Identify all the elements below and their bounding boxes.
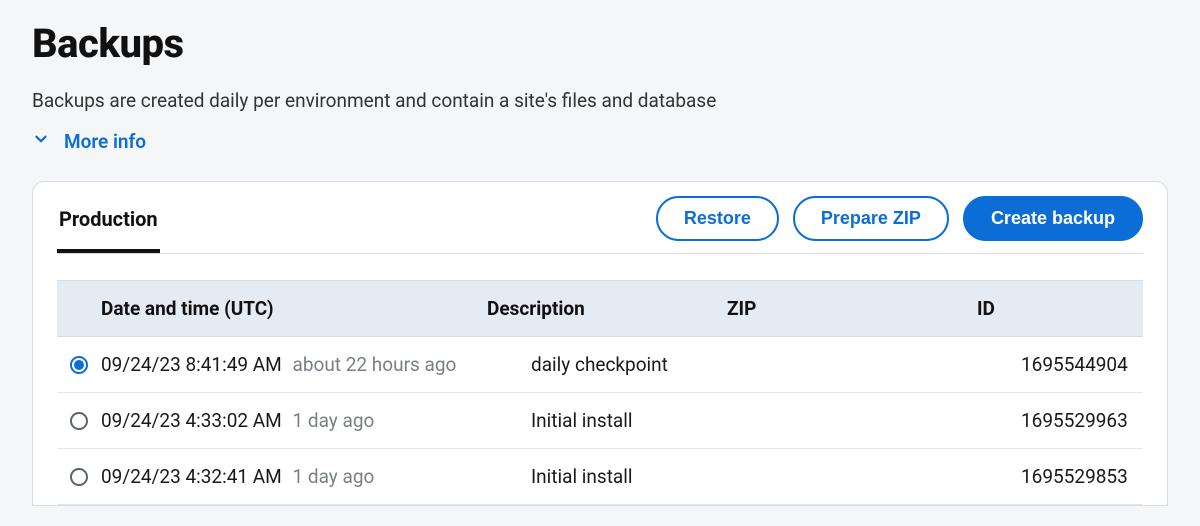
- restore-button[interactable]: Restore: [656, 196, 779, 241]
- datetime-value: 09/24/23 4:33:02 AM: [101, 409, 282, 432]
- cell-id: 1695529963: [1021, 409, 1143, 432]
- create-backup-button[interactable]: Create backup: [963, 196, 1143, 241]
- table-row: 09/24/23 8:41:49 AM about 22 hours ago d…: [57, 337, 1143, 393]
- page-subtitle: Backups are created daily per environmen…: [32, 89, 1168, 112]
- backups-card: Production Restore Prepare ZIP Create ba…: [32, 181, 1168, 506]
- row-select-radio[interactable]: [70, 412, 88, 430]
- cell-description: Initial install: [531, 465, 771, 488]
- datetime-value: 09/24/23 4:32:41 AM: [101, 465, 282, 488]
- table-row: 09/24/23 4:33:02 AM 1 day ago Initial in…: [57, 393, 1143, 449]
- col-header-id: ID: [977, 297, 1143, 320]
- backups-table: Date and time (UTC) Description ZIP ID 0…: [57, 280, 1143, 505]
- row-select-radio[interactable]: [70, 356, 88, 374]
- card-top-row: Production Restore Prepare ZIP Create ba…: [57, 196, 1143, 254]
- col-header-date: Date and time (UTC): [57, 297, 487, 320]
- relative-time: 1 day ago: [292, 409, 374, 432]
- table-header: Date and time (UTC) Description ZIP ID: [57, 280, 1143, 337]
- cell-date: 09/24/23 8:41:49 AM about 22 hours ago: [101, 353, 531, 376]
- more-info-label: More info: [64, 130, 146, 153]
- cell-date: 09/24/23 4:33:02 AM 1 day ago: [101, 409, 531, 432]
- relative-time: about 22 hours ago: [292, 353, 456, 376]
- cell-id: 1695544904: [1021, 353, 1143, 376]
- actions: Restore Prepare ZIP Create backup: [656, 196, 1143, 253]
- chevron-down-icon: [32, 130, 50, 153]
- cell-date: 09/24/23 4:32:41 AM 1 day ago: [101, 465, 531, 488]
- relative-time: 1 day ago: [292, 465, 374, 488]
- tab-production[interactable]: Production: [57, 197, 160, 253]
- table-row: 09/24/23 4:32:41 AM 1 day ago Initial in…: [57, 449, 1143, 505]
- more-info-toggle[interactable]: More info: [32, 130, 146, 153]
- page-title: Backups: [32, 20, 1168, 67]
- tabs: Production: [57, 197, 180, 253]
- row-select-radio[interactable]: [70, 468, 88, 486]
- cell-description: Initial install: [531, 409, 771, 432]
- cell-description: daily checkpoint: [531, 353, 771, 376]
- cell-id: 1695529853: [1021, 465, 1143, 488]
- prepare-zip-button[interactable]: Prepare ZIP: [793, 196, 949, 241]
- col-header-description: Description: [487, 297, 727, 320]
- datetime-value: 09/24/23 8:41:49 AM: [101, 353, 282, 376]
- col-header-zip: ZIP: [727, 297, 977, 320]
